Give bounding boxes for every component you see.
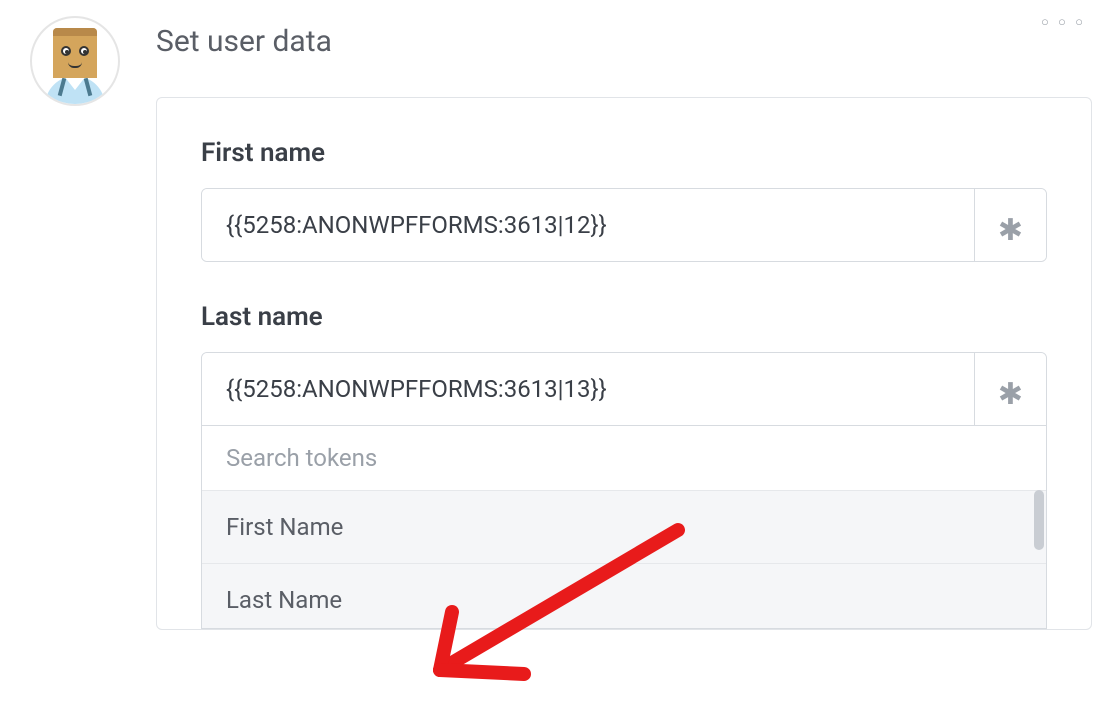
avatar — [30, 16, 120, 106]
more-menu-icon[interactable]: ○ ○ ○ — [1041, 14, 1086, 30]
asterisk-icon: ✱ — [998, 216, 1023, 246]
first-name-label: First name — [201, 138, 1047, 168]
token-item-last-name[interactable]: Last Name — [202, 563, 1046, 628]
last-name-input[interactable] — [202, 353, 974, 425]
scrollbar[interactable] — [1034, 490, 1044, 628]
last-name-label: Last name — [201, 302, 1047, 332]
section-title: Set user data — [156, 24, 1092, 59]
form-card: First name ✱ Last name ✱ First Name — [156, 97, 1092, 630]
first-name-input[interactable] — [202, 189, 974, 261]
token-dropdown: First Name Last Name — [201, 426, 1047, 629]
asterisk-icon: ✱ — [998, 380, 1023, 410]
last-name-token-button[interactable]: ✱ — [974, 353, 1046, 425]
token-item-first-name[interactable]: First Name — [202, 490, 1046, 563]
token-search-input[interactable] — [226, 444, 1022, 472]
first-name-token-button[interactable]: ✱ — [974, 189, 1046, 261]
